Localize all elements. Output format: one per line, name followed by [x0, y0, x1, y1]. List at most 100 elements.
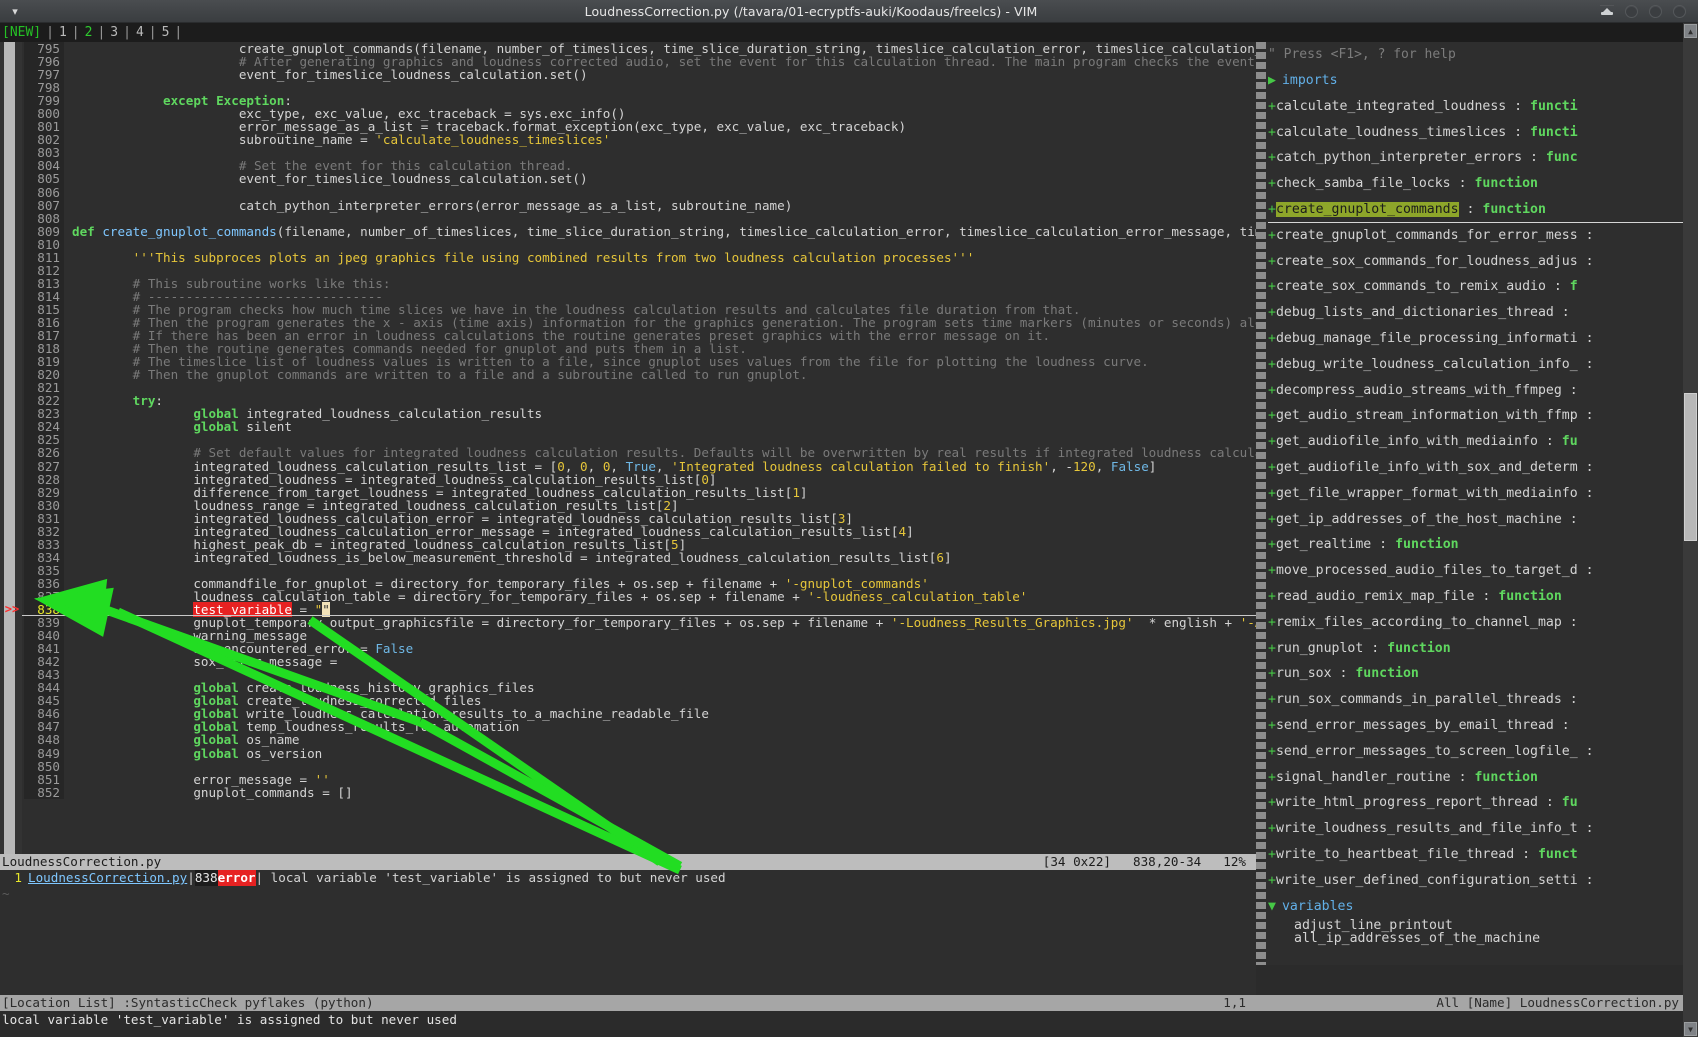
tagbar-entry[interactable]: +debug_lists_and_dictionaries_thread : [1268, 300, 1683, 326]
tagbar-entry[interactable]: +remix_files_according_to_channel_map : [1268, 610, 1683, 636]
tab-3[interactable]: 3 [110, 25, 118, 40]
tagbar-entry[interactable]: +catch_python_interpreter_errors : func [1268, 145, 1683, 171]
expand-plus-icon[interactable]: + [1268, 383, 1276, 398]
expand-plus-icon[interactable]: + [1268, 744, 1276, 759]
tagbar-entry[interactable]: +create_sox_commands_for_loudness_adjus … [1268, 249, 1683, 275]
close-icon[interactable] [1673, 4, 1686, 18]
tagbar-entry[interactable]: +get_audiofile_info_with_mediainfo : fu [1268, 429, 1683, 455]
expand-plus-icon[interactable]: + [1268, 589, 1276, 604]
expand-plus-icon[interactable]: + [1268, 357, 1276, 372]
tagbar-entry[interactable]: +decompress_audio_streams_with_ffmpeg : [1268, 378, 1683, 404]
scrollbar-thumb[interactable] [1684, 393, 1697, 541]
code-line[interactable]: 807 catch_python_interpreter_errors(erro… [0, 199, 1256, 212]
tagbar-entry[interactable]: +write_to_heartbeat_file_thread : funct [1268, 842, 1683, 868]
tagbar-entry[interactable]: +get_audiofile_info_with_sox_and_determ … [1268, 455, 1683, 481]
expand-plus-icon[interactable]: + [1268, 718, 1276, 733]
chevron-right-icon[interactable]: ▶ [1268, 73, 1282, 88]
code-line[interactable]: 809 def create_gnuplot_commands(filename,… [0, 225, 1256, 238]
expand-plus-icon[interactable]: + [1268, 821, 1276, 836]
tagbar-variable-entry[interactable]: all_ip_addresses_of_the_machine [1268, 932, 1683, 945]
tagbar-entry[interactable]: +run_gnuplot : function [1268, 636, 1683, 662]
tagbar-entry[interactable]: +move_processed_audio_files_to_target_d … [1268, 558, 1683, 584]
code-line[interactable]: 797 event_for_timeslice_loudness_calcula… [0, 68, 1256, 81]
tagbar-entry[interactable]: +get_ip_addresses_of_the_host_machine : [1268, 507, 1683, 533]
tagbar-entry[interactable]: +signal_handler_routine : function [1268, 765, 1683, 791]
tagbar-entry[interactable]: +get_audio_stream_information_with_ffmp … [1268, 403, 1683, 429]
expand-plus-icon[interactable]: + [1268, 434, 1276, 449]
expand-plus-icon[interactable]: + [1268, 228, 1276, 243]
code-line[interactable]: 824 global silent [0, 420, 1256, 433]
tagbar-panel[interactable]: " Press <F1>, ? for help ▶ imports +calcula… [1256, 42, 1683, 965]
expand-plus-icon[interactable]: + [1268, 331, 1276, 346]
expand-plus-icon[interactable]: + [1268, 770, 1276, 785]
expand-plus-icon[interactable]: + [1268, 641, 1276, 656]
tagbar-group-variables[interactable]: ▼ variables [1268, 894, 1683, 920]
expand-plus-icon[interactable]: + [1268, 279, 1276, 294]
tagbar-entry[interactable]: +get_realtime : function [1268, 532, 1683, 558]
expand-plus-icon[interactable]: + [1268, 666, 1276, 681]
loclist-file-link[interactable]: LoudnessCorrection.py [28, 870, 187, 886]
expand-plus-icon[interactable]: + [1268, 537, 1276, 552]
expand-plus-icon[interactable]: + [1268, 563, 1276, 578]
vertical-scrollbar[interactable]: ▲ ▼ [1683, 23, 1698, 1037]
expand-plus-icon[interactable]: + [1268, 305, 1276, 320]
code-line[interactable]: 805 event_for_timeslice_loudness_calcula… [0, 172, 1256, 186]
expand-plus-icon[interactable]: + [1268, 460, 1276, 475]
shade-icon[interactable] [1600, 5, 1614, 18]
tagbar-entry[interactable]: +create_gnuplot_commands_for_error_mess … [1268, 223, 1683, 249]
tagbar-entry[interactable]: +write_html_progress_report_thread : fu [1268, 790, 1683, 816]
code-line[interactable]: 802 subroutine_name = 'calculate_loudnes… [0, 133, 1256, 146]
tagbar-entry[interactable]: +debug_write_loudness_calculation_info_ … [1268, 352, 1683, 378]
tab-1[interactable]: 1 [59, 25, 67, 40]
tagbar-entry[interactable]: +send_error_messages_to_screen_logfile_ … [1268, 739, 1683, 765]
tab-5[interactable]: 5 [162, 25, 170, 40]
tagbar-entry[interactable]: +read_audio_remix_map_file : function [1268, 584, 1683, 610]
expand-plus-icon[interactable]: + [1268, 795, 1276, 810]
code-line[interactable]: 821 [0, 381, 1256, 394]
expand-plus-icon[interactable]: + [1268, 615, 1276, 630]
expand-plus-icon[interactable]: + [1268, 125, 1276, 140]
tagbar-entry[interactable]: +calculate_integrated_loudness : functi [1268, 94, 1683, 120]
vim-command-line[interactable]: local variable 'test_variable' is assign… [0, 1011, 1683, 1037]
tagbar-group-imports[interactable]: ▶ imports [1268, 68, 1683, 94]
editor-buffer[interactable]: 795 create_gnuplot_commands(filename, nu… [0, 42, 1256, 854]
minimize-icon[interactable] [1625, 4, 1638, 18]
code-line[interactable]: 852 gnuplot_commands = [] [0, 786, 1256, 799]
scroll-up-icon[interactable]: ▲ [1684, 24, 1697, 38]
code-line[interactable]: 834 integrated_loudness_is_below_measure… [0, 551, 1256, 564]
expand-plus-icon[interactable]: + [1268, 847, 1276, 862]
code-line[interactable]: 811 '''This subproces plots an jpeg grap… [0, 251, 1256, 264]
tagbar-entry[interactable]: +run_sox : function [1268, 661, 1683, 687]
code-line[interactable]: 842 sox_error_message = [0, 655, 1256, 668]
scroll-down-icon[interactable]: ▼ [1684, 1022, 1697, 1036]
expand-plus-icon[interactable]: + [1268, 486, 1276, 501]
code-line[interactable]: 820 # Then the gnuplot commands are writ… [0, 368, 1256, 381]
window-split-divider[interactable] [1256, 42, 1266, 965]
tagbar-entry[interactable]: +send_error_messages_by_email_thread : [1268, 713, 1683, 739]
location-list-item[interactable]: 1 LoudnessCorrection.py | 838 error | lo… [0, 870, 1256, 886]
tagbar-entry[interactable]: +create_sox_commands_to_remix_audio : f [1268, 274, 1683, 300]
tagbar-entry[interactable]: +debug_manage_file_processing_informati … [1268, 326, 1683, 352]
expand-plus-icon[interactable]: + [1268, 873, 1276, 888]
tagbar-entry[interactable]: +run_sox_commands_in_parallel_threads : [1268, 687, 1683, 713]
expand-plus-icon[interactable]: + [1268, 512, 1276, 527]
tagbar-entry[interactable]: +write_user_defined_configuration_setti … [1268, 868, 1683, 894]
expand-plus-icon[interactable]: + [1268, 150, 1276, 165]
tabline[interactable]: [NEW] | 1 | 2 | 3 | 4 | 5 | [0, 23, 1698, 42]
expand-plus-icon[interactable]: + [1268, 408, 1276, 423]
tab-4[interactable]: 4 [136, 25, 144, 40]
expand-plus-icon[interactable]: + [1268, 99, 1276, 114]
expand-plus-icon[interactable]: + [1268, 254, 1276, 269]
tagbar-entry[interactable]: +write_loudness_results_and_file_info_t … [1268, 816, 1683, 842]
code-line[interactable]: 849 global os_version [0, 746, 1256, 760]
tab-2[interactable]: 2 [85, 25, 93, 40]
chevron-down-icon[interactable]: ▼ [1268, 899, 1282, 914]
expand-plus-icon[interactable]: + [1268, 202, 1276, 217]
expand-plus-icon[interactable]: + [1268, 692, 1276, 707]
maximize-icon[interactable] [1649, 4, 1662, 18]
location-list-window[interactable]: 1 LoudnessCorrection.py | 838 error | lo… [0, 870, 1256, 995]
tagbar-entry[interactable]: +check_samba_file_locks : function [1268, 171, 1683, 197]
tagbar-entry[interactable]: +calculate_loudness_timeslices : functi [1268, 120, 1683, 146]
chevron-down-icon[interactable]: ▾ [0, 6, 30, 17]
tagbar-entry[interactable]: +get_file_wrapper_format_with_mediainfo … [1268, 481, 1683, 507]
